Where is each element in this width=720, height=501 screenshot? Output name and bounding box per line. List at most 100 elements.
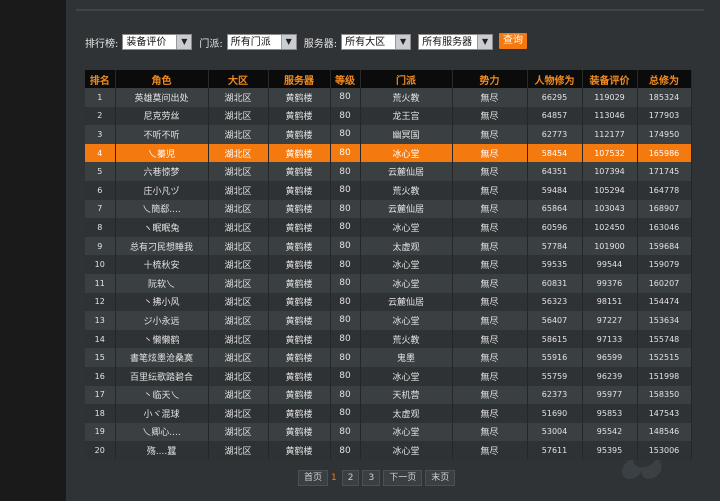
cell-region: 湖北区 [208,329,269,349]
cell-region: 湖北区 [208,162,269,181]
server-select[interactable]: 所有服务器 ▼ [418,34,494,50]
cell-server: 黄鹤楼 [268,199,331,219]
cell-sect: 荒火教 [360,180,453,200]
chevron-down-icon[interactable]: ▼ [280,35,296,49]
cell-character-cultivation: 53004 [527,422,583,442]
cell-server: 黄鹤楼 [268,125,331,144]
cell-role: 殇....蠶 [115,441,209,460]
cell-equipment-score: 105294 [582,180,638,200]
region-select-value: 所有大区 [345,37,386,48]
cell-role: 百里纭歌踏碧合 [115,366,209,386]
chevron-down-icon[interactable]: ▼ [477,35,493,49]
cell-server: 黄鹤楼 [268,236,331,256]
table-row: 5 六巷惊梦 湖北区 黄鹤楼 80 云麓仙居 無尽 64351 107394 171745 [85,162,692,181]
cell-total-cultivation: 155748 [637,329,692,349]
cell-server: 黄鹤楼 [268,441,331,460]
cell-rank: 11 [85,273,116,293]
cell-character-cultivation: 56323 [527,292,583,312]
cell-total-cultivation: 164778 [637,180,692,200]
cell-total-cultivation: 158350 [637,385,692,405]
cell-role: 乀蓁児 [115,143,209,163]
cell-character-cultivation: 62373 [527,385,583,405]
header-total-cultivation: 总修为 [637,70,692,88]
cell-total-cultivation: 160207 [637,273,692,293]
cell-region: 湖北区 [208,255,269,274]
cell-role: 丶拂小风 [115,292,209,312]
cell-level: 80 [330,199,361,219]
cell-rank: 14 [85,329,116,349]
cell-role: 总有刁民想睡我 [115,236,209,256]
cell-server: 黄鹤楼 [268,348,331,367]
query-button[interactable]: 查询 [499,33,527,49]
cell-rank: 8 [85,218,116,237]
cell-level: 80 [330,162,361,181]
cell-rank: 4 [85,143,116,163]
page-link-2[interactable]: 2 [341,470,360,486]
cell-faction: 無尽 [452,199,528,219]
cell-total-cultivation: 154474 [637,292,692,312]
cell-total-cultivation: 168907 [637,199,692,219]
cell-role: ジ小永远 [115,311,209,330]
cell-rank: 10 [85,255,116,274]
cell-level: 80 [330,348,361,367]
next-page-button[interactable]: 下一页 [383,470,423,486]
server-label: 服务器: [303,38,338,50]
cell-character-cultivation: 55759 [527,366,583,386]
header-character-cultivation: 人物修为 [527,70,583,88]
page-link-1[interactable]: 1 [331,473,337,483]
cell-role: 六巷惊梦 [115,162,209,181]
cell-equipment-score: 95542 [582,422,638,442]
header-rank: 排名 [85,70,116,88]
chevron-down-icon[interactable]: ▼ [176,35,192,49]
cell-sect: 冰心堂 [360,218,453,237]
header-sect: 门派 [360,70,453,88]
first-page-button[interactable]: 首页 [298,470,329,486]
cell-server: 黄鹤楼 [268,292,331,312]
cell-character-cultivation: 65864 [527,199,583,219]
cell-sect: 太虚观 [360,404,453,423]
cell-level: 80 [330,311,361,330]
region-select[interactable]: 所有大区 ▼ [341,34,412,50]
cell-equipment-score: 102450 [582,218,638,237]
cell-equipment-score: 112177 [582,125,638,144]
page-link-3[interactable]: 3 [362,470,381,486]
cell-sect: 冰心堂 [360,255,453,274]
cell-faction: 無尽 [452,273,528,293]
cell-rank: 7 [85,199,116,219]
table-row: 2 尼克劳丝 湖北区 黄鹤楼 80 龙王宫 無尽 64857 113046 177903 [85,106,692,126]
cell-sect: 冰心堂 [360,311,453,330]
cell-rank: 19 [85,422,116,442]
sect-select[interactable]: 所有门派 ▼ [226,34,297,50]
table-row: 6 庄小凡ヅ 湖北区 黄鹤楼 80 荒火教 無尽 59484 105294 164778 [85,180,692,200]
cell-role: 乀簡郄.... [115,199,209,219]
server-select-value: 所有服务器 [422,37,473,48]
cell-server: 黄鹤楼 [268,404,331,423]
cell-sect: 冰心堂 [360,366,453,386]
cell-server: 黄鹤楼 [268,88,331,107]
cell-total-cultivation: 159684 [637,236,692,256]
header-equipment-score: 装备评价 [582,70,638,88]
cell-character-cultivation: 58454 [527,143,583,163]
rank-select[interactable]: 装备评价 ▼ [122,34,193,50]
cell-faction: 無尽 [452,366,528,386]
chevron-down-icon[interactable]: ▼ [395,35,411,49]
last-page-button[interactable]: 末页 [425,470,456,486]
cell-equipment-score: 107394 [582,162,638,181]
table-row: 20 殇....蠶 湖北区 黄鹤楼 80 冰心堂 無尽 57611 95395 153006 [85,441,692,460]
cell-rank: 15 [85,348,116,367]
table-row: 14 丶懒懒鹤 湖北区 黄鹤楼 80 荒火教 無尽 58615 97133 155748 [85,329,692,349]
cell-role: ヽ眠眠兔 [115,218,209,237]
cell-total-cultivation: 163046 [637,218,692,237]
cell-equipment-score: 96599 [582,348,638,367]
cell-server: 黄鹤楼 [268,311,331,330]
cell-faction: 無尽 [452,236,528,256]
cell-faction: 無尽 [452,329,528,349]
cell-role: 十梳秋安 [115,255,209,274]
cell-equipment-score: 95977 [582,385,638,405]
cell-total-cultivation: 165986 [637,143,692,163]
top-divider [76,9,704,11]
cell-faction: 無尽 [452,404,528,423]
cell-equipment-score: 95853 [582,404,638,423]
cell-rank: 18 [85,404,116,423]
table-row: 11 阮软乀 湖北区 黄鹤楼 80 冰心堂 無尽 60831 99376 160207 [85,273,692,293]
